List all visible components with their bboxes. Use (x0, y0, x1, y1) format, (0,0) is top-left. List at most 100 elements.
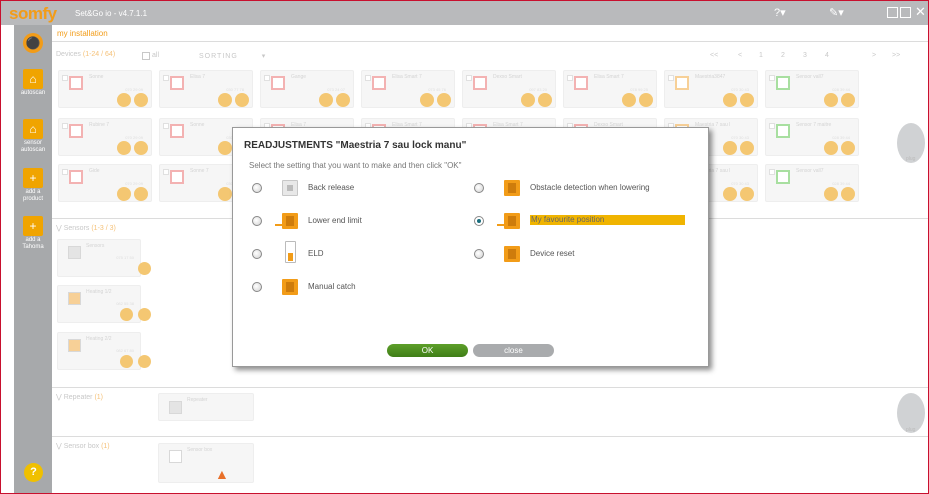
option-manual-catch[interactable]: Manual catch (252, 279, 452, 296)
info-icon[interactable] (138, 262, 151, 275)
pager-last[interactable]: >> (892, 52, 900, 59)
settings-icon[interactable] (824, 141, 838, 155)
info-icon[interactable] (639, 93, 653, 107)
info-icon[interactable] (740, 93, 754, 107)
device-checkbox[interactable] (163, 75, 169, 81)
info-icon[interactable] (538, 93, 552, 107)
radio-favourite-position[interactable] (474, 216, 484, 226)
settings-icon[interactable] (824, 93, 838, 107)
device-checkbox[interactable] (62, 123, 68, 129)
settings-icon[interactable] (723, 141, 737, 155)
settings-icon[interactable] (120, 308, 133, 321)
info-icon[interactable] (138, 355, 151, 368)
sensor-card[interactable]: Sensors 075 17 50 (57, 239, 151, 277)
pager-page-4[interactable]: 4 (825, 52, 829, 59)
sidebar-autoscan[interactable]: ⌂ autoscan (17, 69, 49, 97)
sensors-header[interactable]: ⋁ Sensors (1-3 / 3) (56, 224, 116, 232)
info-icon[interactable] (134, 93, 148, 107)
sensorbox-header[interactable]: ⋁ Sensor box (1) (56, 442, 110, 450)
option-obstacle-detection[interactable]: Obstacle detection when lowering (474, 180, 699, 197)
info-icon[interactable] (740, 187, 754, 201)
pager-next[interactable]: > (872, 52, 876, 59)
settings-icon[interactable] (218, 187, 232, 201)
device-checkbox[interactable] (62, 75, 68, 81)
pager-page-2[interactable]: 2 (781, 52, 785, 59)
sensor-card[interactable]: Heating 2/2 082 67 80 (57, 332, 151, 370)
device-card[interactable]: Sensor vall7 028 39 44 (765, 164, 859, 202)
pager-page-1[interactable]: 1 (759, 52, 763, 59)
device-checkbox[interactable] (163, 123, 169, 129)
radio-back-release[interactable] (252, 183, 262, 193)
settings-icon[interactable] (723, 93, 737, 107)
settings-icon[interactable] (420, 93, 434, 107)
settings-icon[interactable] (723, 187, 737, 201)
radio-manual-catch[interactable] (252, 282, 262, 292)
restore-icon[interactable] (900, 7, 911, 18)
device-checkbox[interactable] (567, 75, 573, 81)
device-card[interactable]: Dexxo Smart 097 83 20 (462, 70, 556, 108)
device-checkbox[interactable] (62, 169, 68, 175)
sidebar-add-product[interactable]: + add a product (17, 168, 49, 203)
device-checkbox[interactable] (264, 75, 270, 81)
device-checkbox[interactable] (163, 169, 169, 175)
device-card[interactable]: Sensor vall7 028 39 44 (765, 70, 859, 108)
device-card[interactable]: Elisa Smart 7 078 99 25 (563, 70, 657, 108)
info-icon[interactable] (740, 141, 754, 155)
settings-icon[interactable] (117, 141, 131, 155)
info-icon[interactable] (138, 308, 151, 321)
info-icon[interactable] (841, 187, 855, 201)
radio-device-reset[interactable] (474, 249, 484, 259)
radio-eld[interactable] (252, 249, 262, 259)
settings-icon[interactable] (120, 355, 133, 368)
settings-icon[interactable] (622, 93, 636, 107)
device-card[interactable]: Elisa Smart 7 073 45 76 (361, 70, 455, 108)
pager-first[interactable]: << (710, 52, 718, 59)
info-icon[interactable] (841, 93, 855, 107)
device-checkbox[interactable] (769, 75, 775, 81)
info-icon[interactable] (134, 187, 148, 201)
sidebar-sensor-autoscan[interactable]: ⌂ sensor autoscan (17, 119, 49, 154)
sidebar-add-tahoma[interactable]: + add a Tahoma (17, 216, 49, 251)
option-back-release[interactable]: Back release (252, 180, 452, 197)
device-checkbox[interactable] (466, 75, 472, 81)
info-icon[interactable] (437, 93, 451, 107)
option-device-reset[interactable]: Device reset (474, 246, 699, 263)
device-card[interactable]: Sonne 070 29 09 (58, 70, 152, 108)
device-card[interactable]: Sensor 7 maitre 028 39 44 (765, 118, 859, 156)
device-card[interactable]: Gide 070 29 09 (58, 164, 152, 202)
device-card[interactable]: Rubine 7 070 29 09 (58, 118, 152, 156)
repeater-card[interactable]: Repeater (158, 393, 254, 421)
pager-prev[interactable]: < (738, 52, 742, 59)
settings-icon[interactable] (824, 187, 838, 201)
settings-icon[interactable] (117, 187, 131, 201)
info-icon[interactable] (841, 141, 855, 155)
radio-obstacle-detection[interactable] (474, 183, 484, 193)
device-checkbox[interactable] (769, 123, 775, 129)
info-icon[interactable] (336, 93, 350, 107)
option-lower-end-limit[interactable]: Lower end limit (252, 213, 452, 230)
close-button[interactable]: close (473, 344, 554, 357)
sidebar-remote[interactable]: ⚫ (17, 33, 49, 54)
edit-menu-icon[interactable]: ✎▾ (829, 6, 844, 19)
select-all-checkbox[interactable] (142, 52, 150, 60)
option-favourite-position[interactable]: My favourite position (474, 213, 699, 230)
sensor-card[interactable]: Heating 1/2 082 55 38 (57, 285, 151, 323)
sorting-dropdown[interactable]: SORTING ▾ (199, 52, 266, 60)
radio-lower-end-limit[interactable] (252, 216, 262, 226)
repeater-header[interactable]: ⋁ Repeater (1) (56, 393, 103, 401)
device-checkbox[interactable] (365, 75, 371, 81)
ok-button[interactable]: OK (387, 344, 468, 357)
close-icon[interactable]: ✕ (915, 4, 926, 20)
device-card[interactable]: Maestria3847 070 30 43 (664, 70, 758, 108)
help-button[interactable]: ? (24, 463, 43, 482)
settings-icon[interactable] (117, 93, 131, 107)
option-eld[interactable]: ELD (252, 241, 452, 263)
info-icon[interactable] (235, 93, 249, 107)
settings-icon[interactable] (218, 93, 232, 107)
sensorbox-card[interactable]: Sensor box ▲ (158, 443, 254, 483)
device-checkbox[interactable] (668, 75, 674, 81)
settings-icon[interactable] (521, 93, 535, 107)
help-menu-icon[interactable]: ?▾ (774, 6, 786, 19)
info-icon[interactable] (134, 141, 148, 155)
device-card[interactable]: Elisa 7 030 77 78 (159, 70, 253, 108)
